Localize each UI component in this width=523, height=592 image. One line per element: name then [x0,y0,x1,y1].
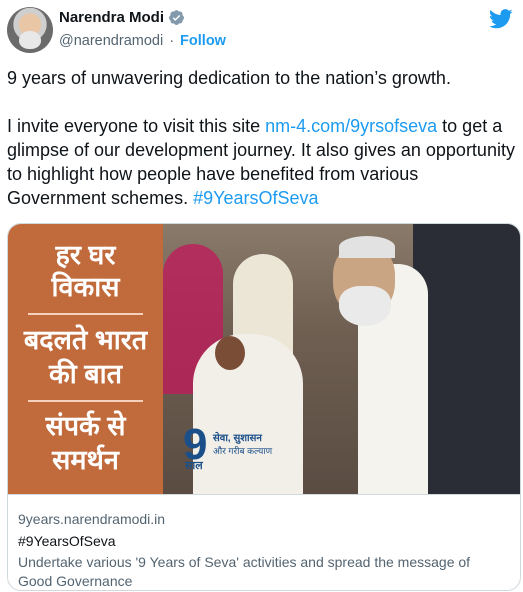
tweet-paragraph-2: I invite everyone to visit this site nm-… [7,114,519,210]
tweet-text-before-link: I invite everyone to visit this site [7,116,266,136]
site-link[interactable]: nm-4.com/9yrsofseva [265,116,437,136]
card-meta[interactable]: 9years.narendramodi.in #9YearsOfSeva Und… [8,494,520,590]
handle-row: @narendramodi · Follow [59,33,226,49]
slogan-panel: हर घर विकास बदलते भारत की बात संपर्क से … [8,224,163,494]
slogan-divider [28,313,143,315]
logo-tagline-1: सेवा, सुशासन [213,433,262,444]
slogan-line-4: की बात [48,359,123,389]
link-card[interactable]: हर घर विकास बदलते भारत की बात संपर्क से … [7,223,521,591]
author-handle[interactable]: @narendramodi [59,33,163,49]
verified-badge-icon [169,10,184,25]
hashtag-link[interactable]: #9YearsOfSeva [193,188,318,208]
author-name[interactable]: Narendra Modi [59,9,164,26]
logo-tagline-2: और गरीब कल्याण [213,446,273,456]
avatar[interactable] [7,7,53,53]
slogan-line-3: बदलते भारत [23,325,148,355]
follow-button[interactable]: Follow [180,33,226,49]
slogan-line-6: समर्थन [52,445,119,475]
9-years-logo: 9 साल सेवा, सुशासन और गरीब कल्याण [183,420,303,472]
author-name-row: Narendra Modi [59,9,185,26]
slogan-line-1: हर घर [55,240,116,270]
logo-saal: साल [185,460,203,472]
card-description: Undertake various '9 Years of Seva' acti… [18,554,471,589]
card-image[interactable]: हर घर विकास बदलते भारत की बात संपर्क से … [8,224,520,494]
card-domain: 9years.narendramodi.in [18,511,166,527]
separator: · [169,33,175,49]
tweet-text: 9 years of unwavering dedication to the … [7,66,519,210]
card-title: #9YearsOfSeva [18,533,116,549]
slogan-line-5: संपर्क से [45,411,126,441]
twitter-bird-icon[interactable] [489,9,513,29]
slogan-line-2: विकास [51,272,120,302]
tweet-line-1: 9 years of unwavering dedication to the … [7,68,451,88]
tweet-header: Narendra Modi @narendramodi · Follow [7,5,517,57]
slogan-divider [28,400,143,402]
